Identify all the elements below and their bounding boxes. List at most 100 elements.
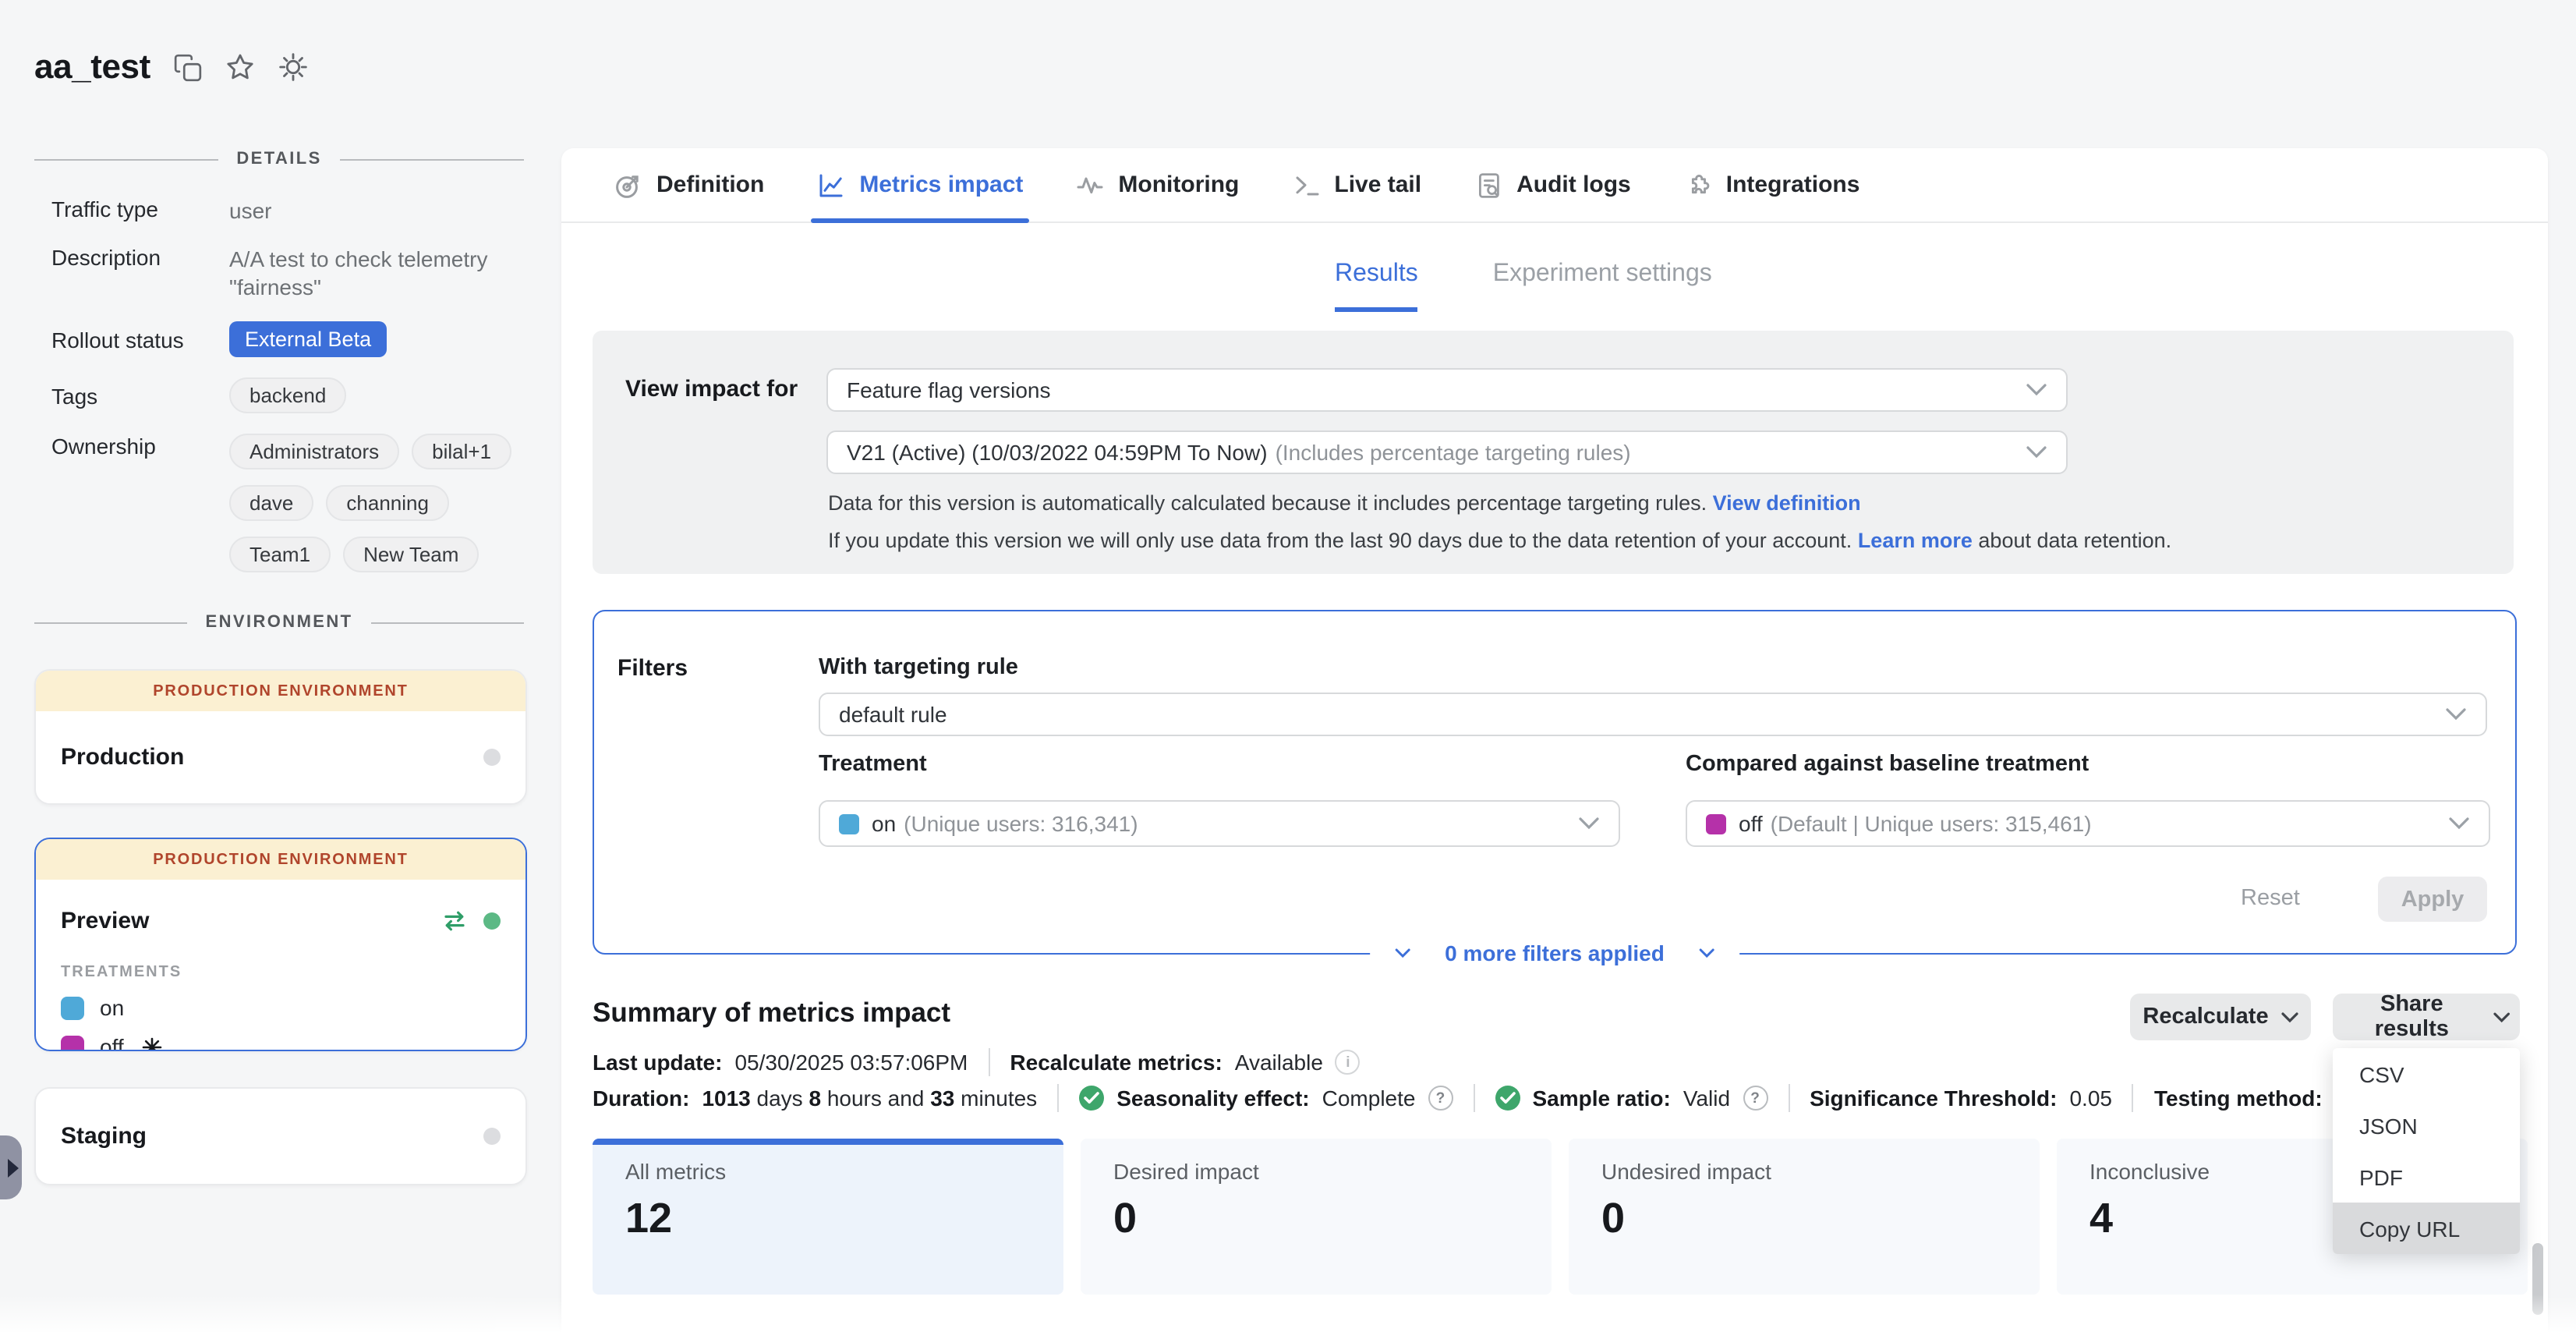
last-update-value: 05/30/2025 03:57:06PM — [734, 1050, 968, 1075]
version-select[interactable]: V21 (Active) (10/03/2022 04:59PM To Now)… — [826, 430, 2068, 474]
learn-more-link[interactable]: Learn more — [1858, 529, 1973, 552]
sidebar-expand-handle[interactable] — [0, 1135, 22, 1199]
menu-item-pdf[interactable]: PDF — [2333, 1151, 2520, 1203]
status-dot — [483, 748, 501, 765]
owner-pill: Team1 — [229, 537, 331, 572]
treatment-label: off — [100, 1034, 124, 1051]
chevron-down-icon — [2281, 1011, 2298, 1022]
target-icon — [614, 171, 642, 199]
tab-label: Audit logs — [1516, 172, 1631, 198]
treatment-color-on — [61, 996, 84, 1019]
metric-card-undesired-impact[interactable]: Undesired impact 0 — [1569, 1139, 2040, 1295]
chevron-down-icon — [2445, 707, 2467, 721]
question-icon[interactable]: ? — [1743, 1086, 1767, 1111]
environment-name: Production — [61, 743, 184, 770]
menu-item-csv[interactable]: CSV — [2333, 1048, 2520, 1100]
environment-title: ENVIRONMENT — [206, 613, 353, 632]
ownership-label: Ownership — [51, 434, 229, 572]
menu-item-json[interactable]: JSON — [2333, 1100, 2520, 1151]
chevron-down-icon — [2448, 817, 2470, 831]
apply-button[interactable]: Apply — [2378, 877, 2487, 922]
duration-days: 1013 — [702, 1086, 750, 1111]
pulse-icon — [1076, 171, 1104, 199]
tab-definition[interactable]: Definition — [614, 148, 764, 221]
sample-ratio-label: Sample ratio: — [1532, 1086, 1670, 1111]
subtab-results[interactable]: Results — [1335, 260, 1418, 312]
duration-word: days — [757, 1086, 803, 1111]
treatment-select[interactable]: on (Unique users: 316,341) — [819, 800, 1620, 847]
tab-label: Metrics impact — [859, 172, 1023, 198]
seasonality-value: Complete — [1322, 1086, 1416, 1111]
metric-card-desired-impact[interactable]: Desired impact 0 — [1081, 1139, 1552, 1295]
owner-pill: Administrators — [229, 434, 399, 469]
owner-pill: bilal+1 — [412, 434, 511, 469]
share-results-button[interactable]: Share results — [2333, 994, 2520, 1040]
app-root: aa_test DETAILS Traffic type user Descri… — [0, 0, 2576, 1332]
significance-value: 0.05 — [2069, 1086, 2112, 1111]
scrollbar-thumb[interactable] — [2532, 1243, 2543, 1315]
check-circle-icon — [1079, 1086, 1104, 1111]
summary-meta-row-1: Last update: 05/30/2025 03:57:06PM Recal… — [593, 1048, 1361, 1076]
environment-card-preview[interactable]: PRODUCTION ENVIRONMENT Preview TREATMENT… — [34, 838, 527, 1051]
summary-meta-row-2: Duration: 1013 days 8 hours and 33 minut… — [593, 1084, 2374, 1112]
metric-card-label: Desired impact — [1113, 1159, 1259, 1184]
tab-audit-logs[interactable]: Audit logs — [1474, 148, 1631, 221]
reset-button[interactable]: Reset — [2241, 886, 2300, 911]
expand-arrow-icon — [7, 1158, 18, 1177]
tag-pill: backend — [229, 377, 346, 413]
chevron-down-icon — [2026, 383, 2047, 397]
impact-scope-select[interactable]: Feature flag versions — [826, 368, 2068, 412]
seasonality-label: Seasonality effect: — [1116, 1086, 1309, 1111]
gear-icon[interactable] — [278, 51, 310, 83]
menu-item-copy-url[interactable]: Copy URL — [2333, 1203, 2520, 1254]
version-info-line: Data for this version is automatically c… — [828, 491, 1861, 515]
baseline-note: (Default | Unique users: 315,461) — [1771, 811, 2092, 836]
metric-card-all-metrics[interactable]: All metrics 12 — [593, 1139, 1063, 1295]
chevron-down-icon — [2494, 1011, 2511, 1022]
divider — [1473, 1084, 1474, 1112]
environment-name: Preview — [61, 907, 149, 933]
vertical-scrollbar[interactable] — [2528, 1048, 2548, 1332]
treatment-color-on — [839, 813, 859, 834]
subtab-experiment-settings[interactable]: Experiment settings — [1493, 260, 1712, 312]
sample-ratio-value: Valid — [1683, 1086, 1730, 1111]
view-impact-label: View impact for — [625, 376, 798, 402]
tab-integrations[interactable]: Integrations — [1684, 148, 1860, 221]
traffic-type-value: user — [229, 197, 525, 225]
more-filters-toggle[interactable]: 0 more filters applied — [1370, 936, 1739, 970]
recalculate-button[interactable]: Recalculate — [2130, 994, 2311, 1040]
view-definition-link[interactable]: View definition — [1713, 491, 1861, 515]
details-title: DETAILS — [236, 150, 321, 168]
metric-card-value: 0 — [1601, 1195, 1625, 1243]
metric-card-label: All metrics — [625, 1159, 726, 1184]
tab-metrics-impact[interactable]: Metrics impact — [817, 148, 1023, 221]
star-icon[interactable] — [225, 51, 257, 83]
duration-word: hours and — [827, 1086, 925, 1111]
targeting-rule-select[interactable]: default rule — [819, 693, 2487, 736]
environment-card-production[interactable]: PRODUCTION ENVIRONMENT Production — [34, 669, 527, 805]
selected-value: V21 (Active) (10/03/2022 04:59PM To Now) — [847, 440, 1268, 465]
tab-label: Definition — [656, 172, 764, 198]
production-environment-banner: PRODUCTION ENVIRONMENT — [36, 671, 525, 711]
targeting-rule-label: With targeting rule — [819, 655, 1018, 680]
significance-label: Significance Threshold: — [1810, 1086, 2057, 1111]
copy-icon[interactable] — [172, 51, 203, 83]
puzzle-icon — [1684, 171, 1712, 199]
info-text: If you update this version we will only … — [828, 529, 1852, 552]
owner-pill: channing — [326, 485, 449, 521]
question-icon[interactable]: ? — [1428, 1086, 1453, 1111]
chevron-down-icon — [1699, 948, 1714, 958]
recalculate-metrics-label: Recalculate metrics: — [1010, 1050, 1222, 1075]
metric-card-value: 0 — [1113, 1195, 1137, 1243]
treatment-label: Treatment — [819, 752, 927, 777]
info-icon[interactable]: i — [1336, 1050, 1361, 1075]
tab-live-tail[interactable]: Live tail — [1292, 148, 1421, 221]
rollout-status-label: Rollout status — [51, 327, 229, 352]
tab-monitoring[interactable]: Monitoring — [1076, 148, 1239, 221]
divider — [1057, 1084, 1059, 1112]
treatment-row: off — [61, 1034, 525, 1051]
tab-label: Integrations — [1726, 172, 1860, 198]
environment-divider: ENVIRONMENT — [34, 613, 524, 632]
baseline-treatment-select[interactable]: off (Default | Unique users: 315,461) — [1686, 800, 2490, 847]
environment-card-staging[interactable]: Staging — [34, 1087, 527, 1185]
